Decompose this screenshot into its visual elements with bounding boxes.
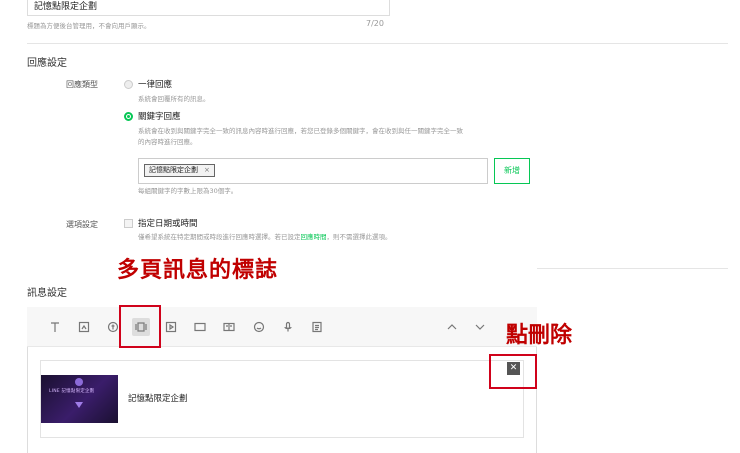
keyword-hint: 每組關鍵字的字數上限為30個字。	[138, 187, 238, 195]
sticker-icon[interactable]	[77, 320, 91, 334]
keyword-tag-text: 記憶點限定企劃	[149, 166, 198, 174]
move-up-icon[interactable]	[445, 320, 459, 334]
imagemap-icon[interactable]	[193, 320, 207, 334]
coupon-icon[interactable]	[106, 320, 120, 334]
card-thumbnail: LINE 記憶點限定企劃	[41, 375, 118, 423]
keyword-tag-remove-icon[interactable]: ×	[204, 165, 210, 176]
text-icon[interactable]	[48, 320, 62, 334]
annotation-delete-label: 點刪除	[506, 323, 573, 348]
reply-type-label: 回應類型	[66, 80, 98, 89]
date-time-desc-tail: ，則不需選擇此選項。	[326, 233, 392, 241]
radio-reply-all[interactable]	[124, 80, 133, 89]
radio-reply-keyword[interactable]	[124, 112, 133, 121]
emoji-icon[interactable]	[252, 320, 266, 334]
title-hint: 標題為方便後台管理用，不會向用戶顯示。	[27, 22, 151, 30]
date-time-label[interactable]: 指定日期或時間	[138, 217, 198, 229]
reply-keyword-desc-1: 系統會在收到與關鍵字完全一致的訊息內容時進行回應，若您已登錄多個關鍵字，會在收到…	[138, 127, 463, 135]
reply-all-desc: 系統會回覆所有的訊息。	[138, 95, 210, 103]
delete-highlight-box	[489, 354, 537, 389]
divider	[27, 43, 728, 44]
reply-all-label[interactable]: 一律回應	[138, 78, 172, 90]
options-label: 選項設定	[66, 220, 98, 229]
video-icon[interactable]	[164, 320, 178, 334]
divider	[537, 268, 728, 269]
keyword-tag: 記憶點限定企劃 ×	[144, 164, 215, 177]
thumbnail-logo-icon	[75, 378, 83, 386]
date-time-desc-text: 僅希望系統在特定期間或時段進行回應時選擇。若已設定	[138, 233, 301, 241]
reply-keyword-desc-2: 的內容時進行回應。	[138, 138, 197, 146]
card-title: 記憶點限定企劃	[128, 394, 188, 404]
survey-icon[interactable]	[310, 320, 324, 334]
add-keyword-button[interactable]: 新增	[494, 158, 530, 184]
thumbnail-arrow-icon	[75, 402, 83, 408]
reply-time-link[interactable]: 回應時間	[301, 233, 327, 241]
title-input-value: 記憶點限定企劃	[34, 2, 98, 12]
thumbnail-text: LINE 記憶點限定企劃	[49, 389, 95, 394]
voice-icon[interactable]	[281, 320, 295, 334]
rich-video-icon[interactable]	[222, 320, 236, 334]
title-input[interactable]: 記憶點限定企劃	[27, 0, 390, 16]
annotation-multipage-label: 多頁訊息的標誌	[117, 258, 279, 283]
multipage-highlight-box	[119, 305, 161, 348]
date-time-checkbox[interactable]	[124, 219, 133, 228]
move-down-icon[interactable]	[473, 320, 487, 334]
title-char-count: 7/20	[366, 19, 384, 28]
date-time-desc: 僅希望系統在特定期間或時段進行回應時選擇。若已設定回應時間，則不需選擇此選項。	[138, 232, 392, 243]
reply-keyword-label[interactable]: 關鍵字回應	[138, 110, 181, 122]
reply-settings-heading: 回應設定	[27, 58, 67, 69]
message-settings-heading: 訊息設定	[27, 288, 67, 299]
